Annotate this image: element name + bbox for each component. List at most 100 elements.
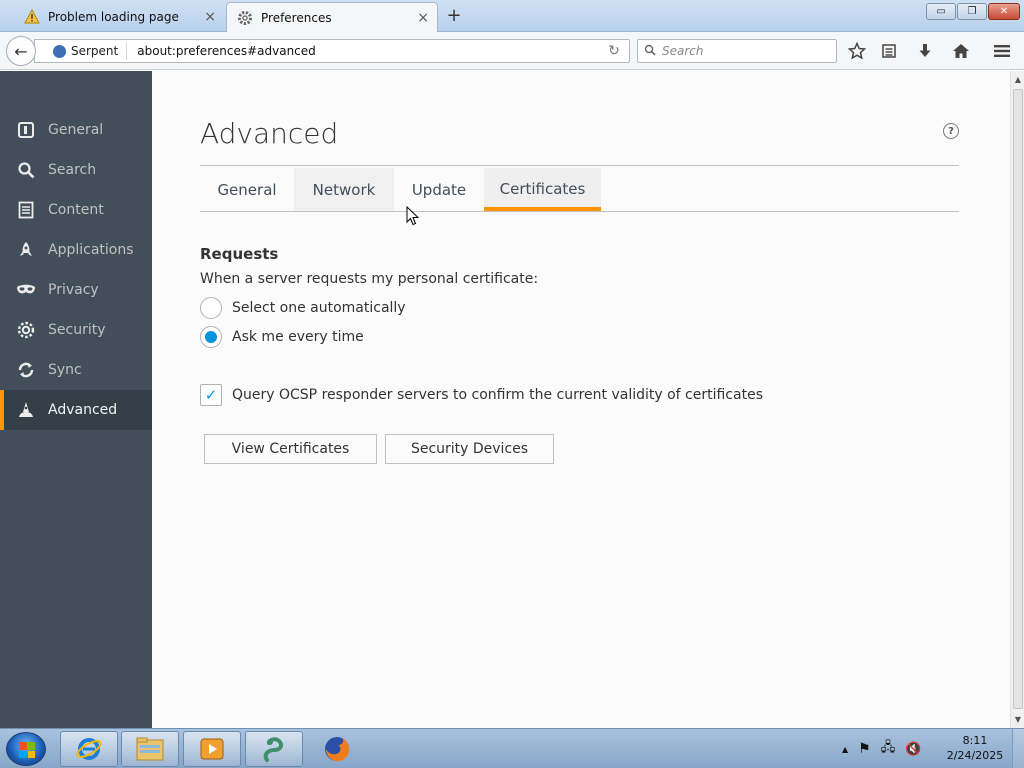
radio-ask-every-time[interactable]: Ask me every time [200,326,364,348]
content-icon [16,200,36,220]
sidebar-item-label: Sync [48,362,82,378]
identity-label: Serpent [71,44,119,58]
gear-icon [237,10,253,26]
action-center-flag-icon[interactable]: ⚑ [858,741,871,757]
scroll-thumb[interactable] [1013,89,1023,709]
network-icon[interactable]: 🖧 [881,738,896,760]
menu-icon[interactable] [991,40,1013,62]
search-input[interactable]: Search [637,39,837,63]
clock-time: 8:11 [962,734,988,747]
advanced-tabs: General Network Update Certificates [200,168,959,212]
scroll-up-icon[interactable]: ▲ [1011,71,1024,87]
sidebar-item-advanced[interactable]: Advanced [0,390,152,430]
radio-selected-dot [205,331,217,343]
tab-strip: Problem loading page × Preferences × + ▭… [0,0,1024,32]
tab-title: Problem loading page [48,10,179,24]
radio-label: Ask me every time [232,329,364,345]
downloads-icon[interactable] [914,40,936,62]
sidebar-item-label: General [48,122,104,138]
taskbar: ▲ ⚑ 🖧 🔇 8:11 2/24/2025 [0,728,1024,768]
search-icon [644,44,656,59]
tab-title: Preferences [261,10,332,25]
sidebar-item-label: Applications [48,242,134,258]
url-text[interactable]: about:preferences#advanced [127,44,599,58]
sidebar-item-label: Security [48,322,106,338]
file-explorer-icon[interactable] [121,731,179,767]
system-tray: ▲ ⚑ 🖧 🔇 [842,729,921,768]
radio-label: Select one automatically [232,300,406,316]
title-divider [200,165,959,166]
url-bar[interactable]: Serpent about:preferences#advanced ↻ [34,39,630,63]
volume-muted-icon[interactable]: 🔇 [905,742,921,757]
sidebar-item-label: Advanced [48,402,118,418]
globe-icon [53,44,66,58]
sidebar-item-security[interactable]: Security [0,310,152,350]
vertical-scrollbar[interactable]: ▲ ▼ [1010,71,1024,728]
navigation-toolbar: Serpent about:preferences#advanced ↻ ← S… [0,32,1024,70]
category-sidebar: General Search Content Applications Priv… [0,71,152,728]
security-icon [16,320,36,340]
bookmarks-list-icon[interactable] [878,40,900,62]
firefox-icon[interactable] [308,731,366,767]
new-tab-button[interactable]: + [444,5,464,26]
close-tab-icon[interactable]: × [204,9,216,25]
search-icon [16,160,36,180]
sidebar-item-general[interactable]: General [0,110,152,150]
scroll-down-icon[interactable]: ▼ [1011,711,1024,727]
tab-general[interactable]: General [200,168,294,211]
view-certificates-button[interactable]: View Certificates [204,434,377,464]
applications-icon [16,240,36,260]
maximize-button[interactable]: ❐ [957,3,987,20]
tray-expand-icon[interactable]: ▲ [842,745,848,754]
tab-certificates[interactable]: Certificates [484,168,601,211]
back-button[interactable]: ← [6,36,36,66]
radio-button[interactable] [200,326,222,348]
security-devices-button[interactable]: Security Devices [385,434,554,464]
identity-box[interactable]: Serpent [45,42,128,60]
sidebar-item-privacy[interactable]: Privacy [0,270,152,310]
tab-problem-loading[interactable]: Problem loading page × [14,2,224,32]
minimize-icon: ▭ [936,6,946,17]
sidebar-item-applications[interactable]: Applications [0,230,152,270]
close-tab-icon[interactable]: × [417,10,429,26]
sidebar-item-label: Content [48,202,104,218]
warning-icon [24,9,40,25]
ocsp-checkbox[interactable]: ✓ [200,384,222,406]
tab-preferences[interactable]: Preferences × [226,2,438,32]
page-title: Advanced [200,117,339,150]
help-icon[interactable]: ? [943,123,959,139]
internet-explorer-icon[interactable] [60,731,118,767]
close-window-button[interactable]: ✕ [988,3,1020,20]
ocsp-checkbox-row[interactable]: ✓ Query OCSP responder servers to confir… [200,384,763,406]
sync-icon [16,360,36,380]
privacy-mask-icon [16,280,36,300]
sidebar-item-sync[interactable]: Sync [0,350,152,390]
sidebar-item-label: Privacy [48,282,99,298]
minimize-button[interactable]: ▭ [926,3,956,20]
sidebar-item-search[interactable]: Search [0,150,152,190]
clock-date: 2/24/2025 [946,749,1004,762]
tab-update[interactable]: Update [394,168,484,211]
start-button[interactable] [6,732,46,766]
media-player-icon[interactable] [183,731,241,767]
close-icon: ✕ [999,6,1009,17]
serpent-browser-icon[interactable] [245,731,303,767]
sidebar-item-content[interactable]: Content [0,190,152,230]
show-desktop-button[interactable] [1012,729,1024,768]
requests-description: When a server requests my personal certi… [200,271,539,287]
windows-logo-icon [19,742,35,758]
tab-network[interactable]: Network [294,168,394,211]
ocsp-label: Query OCSP responder servers to confirm … [232,387,763,403]
sidebar-item-label: Search [48,162,97,178]
home-icon[interactable] [950,40,972,62]
bookmark-star-icon[interactable] [846,40,868,62]
radio-button[interactable] [200,297,222,319]
requests-heading: Requests [200,245,279,263]
reload-icon[interactable]: ↻ [599,43,629,59]
radio-select-automatically[interactable]: Select one automatically [200,297,406,319]
back-arrow-icon: ← [14,41,28,61]
mouse-cursor-icon [406,206,420,226]
clock[interactable]: 8:11 2/24/2025 [940,733,1010,763]
search-placeholder: Search [662,44,704,58]
advanced-icon [16,400,36,420]
